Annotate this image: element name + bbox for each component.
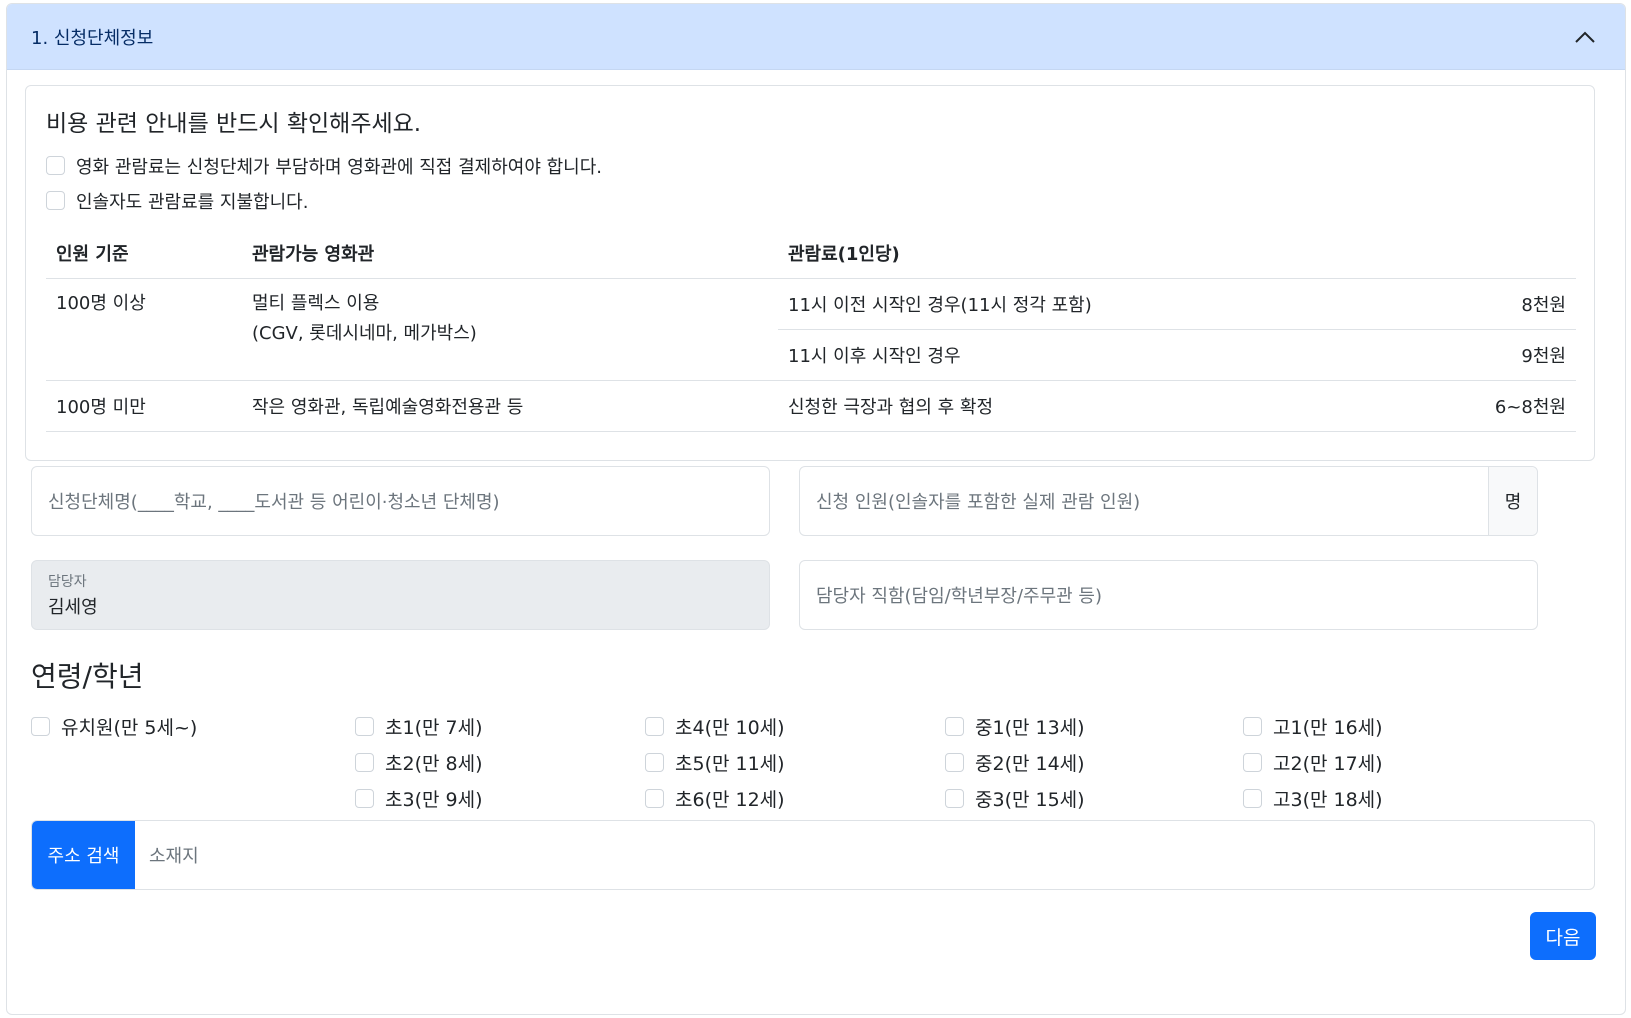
age-option-mid2[interactable]: 중2(만 14세): [945, 747, 1085, 777]
age-option-high1[interactable]: 고1(만 16세): [1243, 711, 1383, 741]
manager-field: 담당자 김세영: [31, 560, 770, 630]
fee-table: 인원 기준 관람가능 영화관 관람료(1인당) 100명 이상 멀티 플렉스 이…: [46, 228, 1576, 432]
checkbox[interactable]: [945, 716, 964, 736]
table-header: 관람가능 영화관: [242, 228, 778, 279]
table-cell-theater: 작은 영화관, 독립예술영화전용관 등: [242, 380, 778, 432]
table-row: 100명 이상 멀티 플렉스 이용 (CGV, 롯데시네마, 메가박스) 11시…: [46, 278, 1576, 381]
checkbox[interactable]: [355, 716, 374, 736]
checkbox[interactable]: [1243, 788, 1262, 808]
org-name-placeholder: 신청단체명(____학교, ____도서관 등 어린이·청소년 단체명): [48, 492, 500, 513]
age-option-high3[interactable]: 고3(만 18세): [1243, 783, 1383, 813]
table-row: 100명 미만 작은 영화관, 독립예술영화전용관 등 신청한 극장과 협의 후…: [46, 380, 1576, 432]
headcount-unit: 명: [1488, 467, 1537, 535]
age-option-high2[interactable]: 고2(만 17세): [1243, 747, 1383, 777]
checkbox[interactable]: [945, 752, 964, 772]
position-input[interactable]: 담당자 직함(담임/학년부장/주무관 등): [799, 560, 1538, 630]
age-option-label: 초5(만 11세): [675, 752, 785, 775]
accordion-header[interactable]: 1. 신청단체정보: [7, 4, 1625, 70]
age-option-elem6[interactable]: 초6(만 12세): [645, 783, 785, 813]
age-option-elem4[interactable]: 초4(만 10세): [645, 711, 785, 741]
checkbox[interactable]: [645, 716, 664, 736]
address-group: 주소 검색 소재지: [31, 820, 1595, 890]
age-option-label: 고2(만 17세): [1273, 752, 1383, 775]
age-option-kindergarten[interactable]: 유치원(만 5세~): [31, 711, 197, 741]
manager-value: 김세영: [48, 597, 98, 618]
table-cell-theater: 멀티 플렉스 이용 (CGV, 롯데시네마, 메가박스): [242, 278, 778, 381]
checkbox[interactable]: [46, 156, 65, 175]
notice-check-label: 영화 관람료는 신청단체가 부담하며 영화관에 직접 결제하여야 합니다.: [76, 156, 603, 178]
org-name-input[interactable]: 신청단체명(____학교, ____도서관 등 어린이·청소년 단체명): [31, 466, 770, 536]
table-cell-price: 9천원: [1426, 329, 1576, 381]
fee-notice-card: 비용 관련 안내를 반드시 확인해주세요. 영화 관람료는 신청단체가 부담하며…: [25, 85, 1595, 461]
checkbox[interactable]: [645, 788, 664, 808]
checkbox[interactable]: [945, 788, 964, 808]
age-option-elem2[interactable]: 초2(만 8세): [355, 747, 482, 777]
checkbox[interactable]: [645, 752, 664, 772]
table-cell-group: 100명 미만: [46, 380, 242, 432]
notice-check-label: 인솔자도 관람료를 지불합니다.: [76, 191, 309, 213]
age-option-label: 중3(만 15세): [975, 788, 1085, 811]
theater-line: 멀티 플렉스 이용: [252, 292, 380, 314]
age-option-mid3[interactable]: 중3(만 15세): [945, 783, 1085, 813]
table-cell-condition: 11시 이전 시작인 경우(11시 정각 포함): [778, 278, 1426, 330]
notice-title: 비용 관련 안내를 반드시 확인해주세요.: [46, 111, 422, 137]
age-option-label: 초6(만 12세): [675, 788, 785, 811]
checkbox[interactable]: [1243, 752, 1262, 772]
age-section-title: 연령/학년: [31, 660, 144, 693]
age-option-elem1[interactable]: 초1(만 7세): [355, 711, 482, 741]
checkbox[interactable]: [355, 788, 374, 808]
notice-check-payment[interactable]: 영화 관람료는 신청단체가 부담하며 영화관에 직접 결제하여야 합니다.: [46, 148, 1574, 183]
checkbox[interactable]: [46, 191, 65, 210]
checkbox[interactable]: [355, 752, 374, 772]
headcount-placeholder: 신청 인원(인솔자를 포함한 실제 관람 인원): [816, 492, 1141, 513]
address-placeholder: 소재지: [149, 846, 199, 867]
age-option-label: 고3(만 18세): [1273, 788, 1383, 811]
table-header: 관람료(1인당): [778, 228, 1576, 279]
manager-label: 담당자: [48, 574, 87, 590]
age-option-label: 중2(만 14세): [975, 752, 1085, 775]
section-title: 1. 신청단체정보: [31, 27, 154, 49]
checkbox[interactable]: [1243, 716, 1262, 736]
table-cell-price: 8천원: [1426, 278, 1576, 330]
age-option-label: 초3(만 9세): [385, 788, 483, 811]
headcount-input[interactable]: 신청 인원(인솔자를 포함한 실제 관람 인원) 명: [799, 466, 1538, 536]
theater-line: (CGV, 롯데시네마, 메가박스): [252, 322, 477, 344]
age-option-label: 중1(만 13세): [975, 716, 1085, 739]
age-option-label: 초4(만 10세): [675, 716, 785, 739]
address-input[interactable]: 소재지: [135, 821, 1594, 889]
age-option-elem5[interactable]: 초5(만 11세): [645, 747, 785, 777]
age-option-mid1[interactable]: 중1(만 13세): [945, 711, 1085, 741]
age-option-label: 고1(만 16세): [1273, 716, 1383, 739]
chevron-up-icon[interactable]: [1571, 23, 1599, 51]
table-cell-condition: 11시 이후 시작인 경우: [778, 329, 1426, 381]
age-option-elem3[interactable]: 초3(만 9세): [355, 783, 482, 813]
address-search-button[interactable]: 주소 검색: [32, 821, 135, 889]
table-cell-condition: 신청한 극장과 협의 후 확정: [778, 380, 1426, 432]
notice-check-leader-fee[interactable]: 인솔자도 관람료를 지불합니다.: [46, 183, 1574, 218]
position-placeholder: 담당자 직함(담임/학년부장/주무관 등): [816, 586, 1103, 607]
age-option-label: 유치원(만 5세~): [61, 716, 198, 739]
next-button[interactable]: 다음: [1530, 912, 1596, 960]
table-header: 인원 기준: [46, 228, 242, 279]
table-cell-price: 6~8천원: [1426, 380, 1576, 432]
checkbox[interactable]: [31, 716, 50, 736]
age-option-label: 초2(만 8세): [385, 752, 483, 775]
table-cell-group: 100명 이상: [46, 278, 242, 381]
age-option-label: 초1(만 7세): [385, 716, 483, 739]
